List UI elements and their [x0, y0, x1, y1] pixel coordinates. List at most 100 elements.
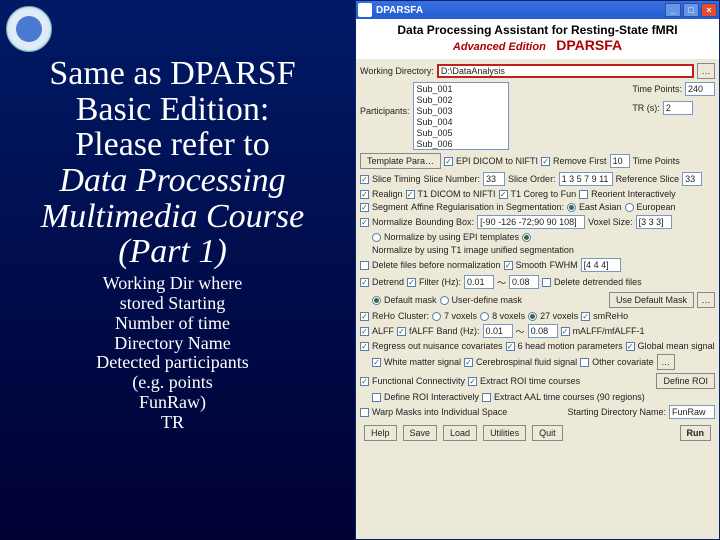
realign-checkbox[interactable]	[360, 190, 369, 199]
fc-checkbox[interactable]	[360, 377, 369, 386]
falff-checkbox[interactable]	[397, 327, 406, 336]
app-header: Data Processing Assistant for Resting-St…	[356, 19, 719, 59]
cluster27-radio[interactable]	[528, 312, 537, 321]
sub-line: FunRaw)	[0, 393, 345, 413]
list-item[interactable]: Sub_001	[417, 84, 505, 95]
cluster7-radio[interactable]	[432, 312, 441, 321]
slicetiming-checkbox[interactable]	[360, 175, 369, 184]
extract-tc-checkbox[interactable]	[468, 377, 477, 386]
filter-lo-input[interactable]: 0.01	[464, 275, 494, 289]
segment-checkbox[interactable]	[360, 203, 369, 212]
workingdir-browse-button[interactable]: …	[697, 63, 715, 79]
workingdir-input[interactable]: D:\DataAnalysis	[437, 64, 694, 78]
define-roi-interactive-checkbox[interactable]	[372, 393, 381, 402]
sliceorder-input[interactable]: 1 3 5 7 9 11	[559, 172, 613, 186]
heading-line: Multimedia Course	[0, 199, 345, 235]
list-item[interactable]: Sub_005	[417, 128, 505, 139]
globalmean-checkbox[interactable]	[626, 342, 635, 351]
deletebefore-checkbox[interactable]	[360, 261, 369, 270]
use-default-mask-button[interactable]: Use Default Mask	[609, 292, 694, 308]
othercov-browse-button[interactable]: …	[657, 354, 675, 370]
whitematter-checkbox[interactable]	[372, 358, 381, 367]
workingdir-label: Working Directory:	[360, 66, 434, 76]
run-button[interactable]: Run	[680, 425, 712, 441]
define-roi-button[interactable]: Define ROI	[656, 373, 715, 389]
header-title: Data Processing Assistant for Resting-St…	[360, 23, 715, 37]
list-item[interactable]: Sub_006	[417, 139, 505, 150]
hm6-checkbox[interactable]	[506, 342, 515, 351]
utilities-button[interactable]: Utilities	[483, 425, 526, 441]
heading-line: (Part 1)	[0, 234, 345, 270]
usermask-radio[interactable]	[440, 296, 449, 305]
malff-checkbox[interactable]	[561, 327, 570, 336]
csf-checkbox[interactable]	[464, 358, 473, 367]
sub-line: Working Dir where	[0, 274, 345, 294]
alff-checkbox[interactable]	[360, 327, 369, 336]
extract-aal-checkbox[interactable]	[482, 393, 491, 402]
band-lo-input[interactable]: 0.01	[483, 324, 513, 338]
participants-label: Participants:	[360, 106, 410, 116]
sub-line: (e.g.	[132, 372, 164, 392]
list-item[interactable]: Sub_003	[417, 106, 505, 117]
sub-line: Directory Name	[0, 334, 345, 354]
heading-line: Please refer to	[0, 127, 345, 163]
bbox-input[interactable]: [-90 -126 -72;90 90 108]	[477, 215, 585, 229]
t1nifti-checkbox[interactable]	[406, 190, 415, 199]
cluster8-radio[interactable]	[480, 312, 489, 321]
tr-input[interactable]: 2	[663, 101, 693, 115]
heading-line: Same as DPARSF	[0, 56, 345, 92]
regresscov-checkbox[interactable]	[360, 342, 369, 351]
sub-line: stored Starting	[0, 294, 345, 314]
sub-line: Detected participants	[0, 353, 345, 373]
eastasian-radio[interactable]	[567, 203, 576, 212]
sub-line: Number of time	[0, 314, 345, 334]
fwhm-input[interactable]: [4 4 4]	[581, 258, 621, 272]
quit-button[interactable]: Quit	[532, 425, 563, 441]
close-button[interactable]: ×	[701, 3, 717, 17]
maximize-button[interactable]: □	[683, 3, 699, 17]
list-item[interactable]: Sub_002	[417, 95, 505, 106]
warpmask-checkbox[interactable]	[360, 408, 369, 417]
app-icon	[358, 3, 372, 17]
org-logo	[6, 6, 52, 52]
participants-listbox[interactable]: Sub_001 Sub_002 Sub_003 Sub_004 Sub_005 …	[413, 82, 509, 150]
norm-t1-radio[interactable]	[522, 233, 531, 242]
detrend-checkbox[interactable]	[360, 278, 369, 287]
header-edition: Advanced Edition	[453, 41, 546, 53]
tr-label: TR (s):	[632, 103, 660, 113]
help-button[interactable]: Help	[364, 425, 397, 441]
mask-browse-button[interactable]: …	[697, 292, 715, 308]
slicenum-input[interactable]: 33	[483, 172, 505, 186]
filter-checkbox[interactable]	[407, 278, 416, 287]
voxsize-input[interactable]: [3 3 3]	[636, 215, 672, 229]
refslice-input[interactable]: 33	[682, 172, 702, 186]
timepoints-input[interactable]: 240	[685, 82, 715, 96]
timepoints-label: Time Points:	[632, 84, 682, 94]
filter-hi-input[interactable]: 0.08	[509, 275, 539, 289]
reho-checkbox[interactable]	[360, 312, 369, 321]
othercov-checkbox[interactable]	[580, 358, 589, 367]
minimize-button[interactable]: _	[665, 3, 681, 17]
titlebar[interactable]: DPARSFA _ □ ×	[356, 1, 719, 19]
smreho-checkbox[interactable]	[581, 312, 590, 321]
delete-detrended-checkbox[interactable]	[542, 278, 551, 287]
load-button[interactable]: Load	[443, 425, 477, 441]
band-hi-input[interactable]: 0.08	[528, 324, 558, 338]
startdir-input[interactable]: FunRaw	[669, 405, 715, 419]
slide-caption: Same as DPARSF Basic Edition: Please ref…	[0, 56, 345, 433]
heading-line: Basic Edition:	[0, 92, 345, 128]
norm-epi-radio[interactable]	[372, 233, 381, 242]
european-radio[interactable]	[625, 203, 634, 212]
list-item[interactable]: Sub_004	[417, 117, 505, 128]
removefirst-input[interactable]: 10	[610, 154, 630, 168]
normalize-checkbox[interactable]	[360, 218, 369, 227]
defaultmask-radio[interactable]	[372, 296, 381, 305]
t1corag-checkbox[interactable]	[499, 190, 508, 199]
epi2nifti-checkbox[interactable]	[444, 157, 453, 166]
reorient-checkbox[interactable]	[579, 190, 588, 199]
smooth-checkbox[interactable]	[504, 261, 513, 270]
removefirst-checkbox[interactable]	[541, 157, 550, 166]
template-button[interactable]: Template Para…	[360, 153, 441, 169]
save-button[interactable]: Save	[403, 425, 438, 441]
sub-line: points	[169, 372, 213, 392]
